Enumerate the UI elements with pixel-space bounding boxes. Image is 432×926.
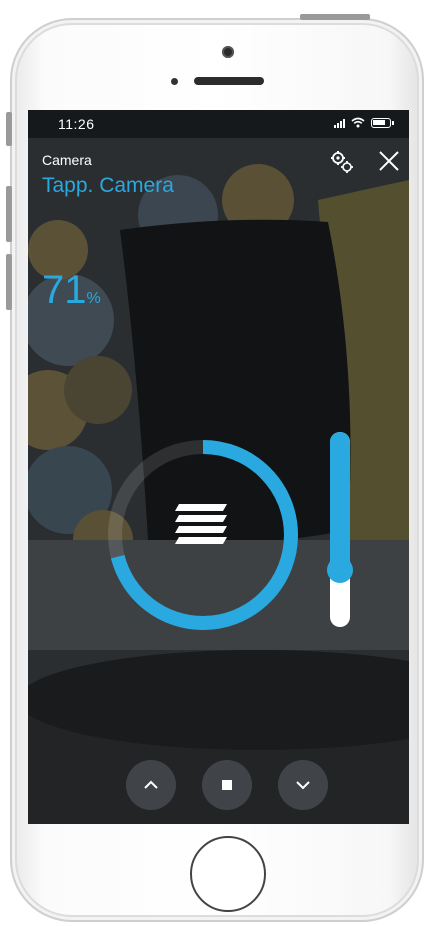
stop-icon xyxy=(222,780,232,790)
position-unit: % xyxy=(86,290,101,307)
battery-icon xyxy=(371,117,394,128)
device-category: Camera xyxy=(42,152,92,168)
status-bar: 11:26 xyxy=(28,110,409,138)
earpiece-speaker xyxy=(194,77,264,85)
move-down-button[interactable] xyxy=(278,760,328,810)
volume-down-button xyxy=(6,254,12,310)
position-value: 71 xyxy=(42,268,87,312)
front-camera xyxy=(222,46,234,58)
status-time: 11:26 xyxy=(58,116,95,132)
position-readout: 71% xyxy=(42,268,101,313)
wifi-icon xyxy=(351,117,365,128)
proximity-sensor xyxy=(171,78,178,85)
device-title: Tapp. Camera xyxy=(42,174,174,197)
home-button[interactable] xyxy=(190,836,266,912)
volume-up-button xyxy=(6,186,12,242)
slider-fill xyxy=(330,432,350,571)
close-icon[interactable] xyxy=(374,146,404,176)
signal-icon xyxy=(334,117,345,128)
blinds-icon xyxy=(175,504,227,544)
mute-switch xyxy=(6,112,12,146)
position-slider[interactable] xyxy=(327,432,353,627)
chevron-down-icon xyxy=(296,781,310,790)
chevron-up-icon xyxy=(144,780,158,789)
stop-button[interactable] xyxy=(202,760,252,810)
power-button xyxy=(300,14,370,20)
app-screen: 11:26 Camera Tapp. Camera 71% xyxy=(28,110,409,824)
settings-gears-icon[interactable] xyxy=(328,148,356,176)
move-up-button[interactable] xyxy=(126,760,176,810)
